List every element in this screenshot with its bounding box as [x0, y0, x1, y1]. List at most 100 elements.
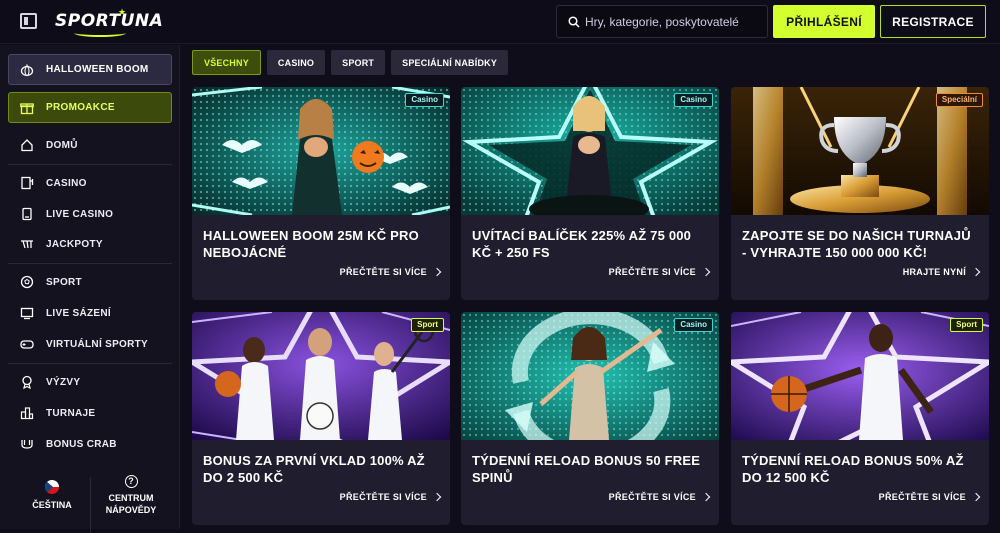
chevron-right-icon	[701, 267, 711, 277]
sidebar-item-turnaje[interactable]: TURNAJE	[8, 400, 172, 426]
help-label-line1: CENTRUM	[108, 493, 154, 503]
search-input[interactable]	[585, 6, 765, 37]
sidebar-item-promoakce[interactable]: PROMOAKCE	[8, 92, 172, 123]
search-box[interactable]	[556, 5, 768, 38]
gift-icon	[20, 101, 34, 115]
login-button[interactable]: PŘIHLÁŠENÍ	[773, 5, 875, 38]
promo-card[interactable]: Sport TÝDENNÍ RELOAD BONUS 50% AŽ DO 12 …	[731, 312, 989, 525]
tournament-icon	[20, 406, 34, 420]
chevron-right-icon	[971, 492, 981, 502]
sidebar-item-label: BONUS CRAB	[46, 438, 117, 450]
read-more-label: PŘEČTĚTE SI VÍCE	[339, 492, 427, 502]
promo-title: HALLOWEEN BOOM 25M KČ PRO NEBOJÁCNÉ	[203, 228, 419, 260]
promo-title: TÝDENNÍ RELOAD BONUS 50 FREE SPINŮ	[472, 453, 701, 485]
promo-image-reload-spins: Casino	[461, 312, 719, 440]
category-badge: Sport	[411, 318, 444, 332]
chevron-right-icon	[701, 492, 711, 502]
sportuna-logo[interactable]: SPORTUNA	[55, 11, 163, 31]
top-header: SPORTUNA ★ PŘIHLÁŠENÍ REGISTRACE	[0, 0, 1000, 44]
help-label-line2: NÁPOVĚDY	[105, 505, 157, 515]
sidebar: HALLOWEEN BOOM PROMOAKCE DOMŮ CASINO LIV…	[0, 45, 180, 533]
language-selector[interactable]: ČEŠTINA	[22, 480, 82, 510]
home-icon	[20, 138, 34, 152]
help-center-link[interactable]: ? CENTRUM NÁPOVĚDY	[100, 475, 162, 516]
read-more-link[interactable]: PŘEČTĚTE SI VÍCE	[339, 267, 442, 277]
sidebar-item-jackpoty[interactable]: JACKPOTY	[8, 231, 172, 257]
register-button[interactable]: REGISTRACE	[880, 5, 986, 38]
sidebar-divider	[8, 263, 172, 264]
crab-icon	[20, 437, 34, 451]
sidebar-item-label: HALLOWEEN BOOM	[46, 64, 149, 75]
promo-title: TÝDENNÍ RELOAD BONUS 50% AŽ DO 12 500 KČ	[742, 453, 964, 485]
promo-card[interactable]: Casino TÝDENNÍ RELOAD BONUS 50 FREE SPIN…	[461, 312, 719, 525]
category-badge: Casino	[674, 93, 713, 107]
sidebar-item-label: PROMOAKCE	[46, 102, 115, 113]
sidebar-item-live-sazeni[interactable]: LIVE SÁZENÍ	[8, 300, 172, 326]
promo-card[interactable]: Casino UVÍTACÍ BALÍČEK 225% AŽ 75 000 KČ…	[461, 87, 719, 300]
sidebar-item-label: LIVE SÁZENÍ	[46, 307, 111, 319]
category-filters: VŠECHNY CASINO SPORT SPECIÁLNÍ NABÍDKY	[192, 50, 509, 75]
language-label: ČEŠTINA	[32, 500, 72, 510]
question-icon: ?	[124, 475, 138, 488]
sidebar-item-label: DOMŮ	[46, 139, 78, 151]
category-badge: Casino	[405, 93, 444, 107]
sidebar-item-label: CASINO	[46, 177, 87, 189]
sidebar-item-label: VÝZVY	[46, 376, 81, 388]
promo-card[interactable]: Sport BONUS ZA PRVNÍ VKLAD 100% AŽ DO 2 …	[192, 312, 450, 525]
play-now-label: HRAJTE NYNÍ	[902, 267, 966, 277]
live-casino-icon	[20, 207, 34, 221]
chevron-right-icon	[432, 492, 442, 502]
read-more-label: PŘEČTĚTE SI VÍCE	[608, 492, 696, 502]
promo-card[interactable]: Casino HALLOWEEN BOOM 25M KČ PRO NEBOJÁC…	[192, 87, 450, 300]
sidebar-item-domu[interactable]: DOMŮ	[8, 132, 172, 158]
promo-title: UVÍTACÍ BALÍČEK 225% AŽ 75 000 KČ + 250 …	[472, 228, 692, 260]
sidebar-item-halloween-boom[interactable]: HALLOWEEN BOOM	[8, 54, 172, 85]
promo-image-sport-team: Sport	[192, 312, 450, 440]
sidebar-item-live-casino[interactable]: LIVE CASINO	[8, 201, 172, 227]
soccer-ball-icon	[20, 275, 34, 289]
jackpot-icon	[20, 237, 34, 251]
sidebar-item-label: TURNAJE	[46, 407, 96, 419]
sidebar-toggle-icon[interactable]	[20, 13, 37, 29]
sidebar-divider	[8, 363, 172, 364]
read-more-link[interactable]: PŘEČTĚTE SI VÍCE	[878, 492, 981, 502]
casino-icon	[20, 176, 34, 190]
sidebar-item-virtualni-sporty[interactable]: VIRTUÁLNÍ SPORTY	[8, 331, 172, 357]
live-betting-icon	[20, 306, 34, 320]
sidebar-item-label: SPORT	[46, 276, 82, 288]
search-icon	[568, 16, 580, 28]
sidebar-item-vyzvy[interactable]: VÝZVY	[8, 369, 172, 395]
promo-image-trophy: Speciální	[731, 87, 989, 215]
sidebar-item-bonus-crab[interactable]: BONUS CRAB	[8, 431, 172, 457]
category-badge: Sport	[950, 318, 983, 332]
logo-swoosh	[74, 29, 126, 37]
promo-image-halloween: Casino	[192, 87, 450, 215]
read-more-link[interactable]: PŘEČTĚTE SI VÍCE	[608, 492, 711, 502]
category-badge: Speciální	[935, 93, 983, 107]
sidebar-item-casino[interactable]: CASINO	[8, 170, 172, 196]
filter-all[interactable]: VŠECHNY	[192, 50, 261, 75]
gamepad-icon	[20, 337, 34, 351]
read-more-label: PŘEČTĚTE SI VÍCE	[339, 267, 427, 277]
footer-divider	[90, 477, 91, 533]
promo-image-welcome: Casino	[461, 87, 719, 215]
sidebar-item-label: VIRTUÁLNÍ SPORTY	[46, 338, 149, 350]
filter-sport[interactable]: SPORT	[331, 50, 386, 75]
category-badge: Casino	[674, 318, 713, 332]
promo-card[interactable]: Speciální ZAPOJTE SE DO NAŠICH TURNAJŮ -…	[731, 87, 989, 300]
read-more-label: PŘEČTĚTE SI VÍCE	[878, 492, 966, 502]
play-now-link[interactable]: HRAJTE NYNÍ	[902, 267, 981, 277]
chevron-right-icon	[971, 267, 981, 277]
promo-title: ZAPOJTE SE DO NAŠICH TURNAJŮ - VYHRAJTE …	[742, 228, 971, 260]
filter-casino[interactable]: CASINO	[266, 50, 326, 75]
sidebar-item-sport[interactable]: SPORT	[8, 269, 172, 295]
read-more-link[interactable]: PŘEČTĚTE SI VÍCE	[609, 267, 711, 277]
sidebar-item-label: LIVE CASINO	[46, 208, 114, 220]
pumpkin-icon	[20, 63, 34, 77]
promo-title: BONUS ZA PRVNÍ VKLAD 100% AŽ DO 2 500 KČ	[203, 453, 425, 485]
medal-icon	[20, 375, 34, 389]
filter-special-offers[interactable]: SPECIÁLNÍ NABÍDKY	[391, 50, 509, 75]
chevron-right-icon	[432, 267, 442, 277]
read-more-link[interactable]: PŘEČTĚTE SI VÍCE	[339, 492, 442, 502]
logo-star-icon: ★	[118, 7, 127, 17]
